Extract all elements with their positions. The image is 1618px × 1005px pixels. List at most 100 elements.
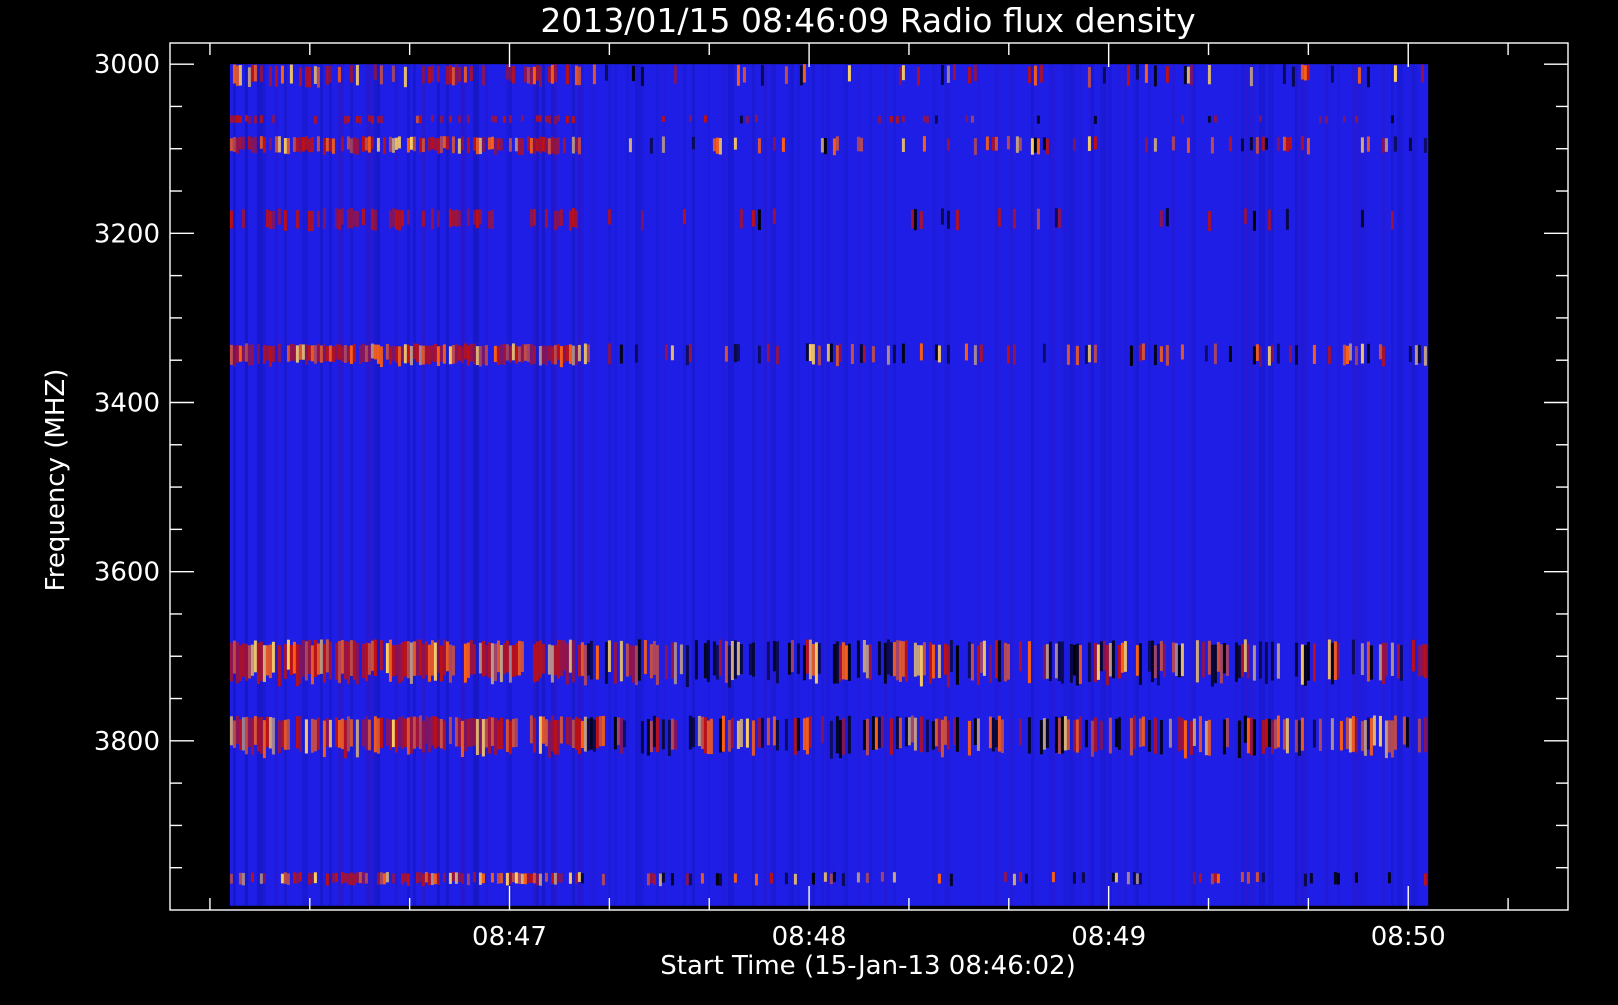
heatmap-cell	[439, 115, 443, 123]
heatmap-stripe	[637, 64, 641, 906]
heatmap-cell	[1240, 643, 1244, 677]
heatmap-cell	[1114, 872, 1118, 883]
heatmap-cell	[373, 209, 377, 231]
heatmap-stripe	[691, 64, 695, 906]
heatmap-cell	[1408, 345, 1412, 362]
heatmap-cell	[250, 872, 254, 883]
heatmap-cell	[643, 639, 647, 675]
heatmap-stripe	[1270, 64, 1274, 906]
heatmap-cell	[427, 345, 431, 365]
heatmap-cell	[511, 645, 515, 677]
heatmap-cell	[1204, 720, 1208, 756]
heatmap-cell	[271, 641, 275, 673]
heatmap-cell	[595, 645, 599, 680]
heatmap-stripe	[1399, 64, 1403, 906]
heatmap-cell	[772, 641, 776, 672]
heatmap-cell	[913, 209, 917, 231]
heatmap-cell	[322, 137, 326, 155]
heatmap-cell	[529, 209, 533, 227]
heatmap-cell	[802, 64, 806, 83]
heatmap-cell	[802, 645, 806, 681]
heatmap-cell	[346, 641, 350, 685]
heatmap-cell	[238, 115, 242, 123]
heatmap-stripe	[1069, 64, 1073, 906]
heatmap-cell	[352, 873, 356, 886]
heatmap-cell	[1180, 115, 1184, 124]
heatmap-cell	[421, 345, 425, 365]
heatmap-cell	[490, 136, 494, 150]
heatmap-cell	[283, 719, 287, 750]
heatmap-cell	[934, 344, 938, 361]
heatmap-cell	[1240, 871, 1244, 882]
heatmap-cell	[349, 345, 353, 364]
heatmap-cell	[1036, 115, 1040, 124]
heatmap-cell	[238, 872, 242, 885]
heatmap-cell	[313, 345, 317, 364]
heatmap-stripe	[1252, 64, 1256, 906]
heatmap-cell	[508, 346, 512, 363]
heatmap-cell	[247, 136, 251, 150]
heatmap-cell	[289, 644, 293, 676]
heatmap-cell	[1144, 137, 1148, 153]
heatmap-cell	[565, 115, 569, 124]
heatmap-cell	[514, 345, 518, 364]
heatmap-cell	[811, 643, 815, 676]
heatmap-stripe	[1261, 64, 1265, 906]
heatmap-cell	[670, 345, 674, 361]
heatmap-cell	[1012, 344, 1016, 365]
heatmap-cell	[1015, 136, 1019, 153]
heatmap-cell	[613, 716, 617, 750]
heatmap-cell	[385, 872, 389, 883]
heatmap-cell	[538, 873, 542, 886]
heatmap-stripe	[337, 64, 341, 906]
heatmap-cell	[400, 210, 404, 227]
heatmap-cell	[535, 641, 539, 682]
heatmap-cell	[838, 720, 842, 759]
heatmap-cell	[640, 210, 644, 231]
heatmap-cell	[661, 872, 665, 883]
heatmap-cell	[505, 640, 509, 673]
heatmap-cell	[298, 67, 302, 87]
heatmap-cell	[271, 210, 275, 229]
heatmap-cell	[1075, 719, 1079, 753]
heatmap-cell	[1072, 644, 1076, 676]
heatmap-cell	[274, 136, 278, 153]
heatmap-cell	[1213, 115, 1217, 123]
heatmap-cell	[1354, 872, 1358, 883]
heatmap-cell	[481, 345, 485, 365]
heatmap-cell	[1270, 641, 1274, 681]
heatmap-cell	[1255, 872, 1259, 883]
heatmap-cell	[1312, 643, 1316, 682]
heatmap-cell	[607, 209, 611, 225]
heatmap-cell	[943, 716, 947, 745]
heatmap-cell	[952, 717, 956, 745]
heatmap-cell	[547, 345, 551, 361]
heatmap-cell	[262, 872, 266, 884]
heatmap-stripe	[1351, 64, 1355, 906]
heatmap-cell	[1423, 644, 1427, 678]
heatmap-cell	[439, 718, 443, 749]
x-tick-label: 08:49	[1071, 922, 1146, 952]
heatmap-cell	[817, 643, 821, 674]
heatmap-cell	[289, 64, 293, 84]
heatmap-cell	[994, 640, 998, 678]
heatmap-stripe	[262, 64, 266, 906]
heatmap-stripe	[1246, 64, 1250, 906]
heatmap-cell	[418, 115, 422, 124]
heatmap-cell	[724, 641, 728, 683]
heatmap-cell	[784, 718, 788, 751]
heatmap-cell	[436, 138, 440, 154]
heatmap-cell	[841, 873, 845, 886]
heatmap-cell	[1087, 642, 1091, 682]
heatmap-cell	[931, 721, 935, 750]
heatmap-cell	[409, 716, 413, 754]
heatmap-cell	[382, 137, 386, 154]
heatmap-cell	[1180, 643, 1184, 677]
heatmap-cell	[754, 873, 758, 886]
heatmap-cell	[244, 343, 248, 362]
heatmap-cell	[529, 873, 533, 883]
heatmap-cell	[1159, 640, 1163, 671]
heatmap-cell	[535, 115, 539, 122]
heatmap-cell	[574, 873, 578, 884]
heatmap-cell	[430, 345, 434, 362]
